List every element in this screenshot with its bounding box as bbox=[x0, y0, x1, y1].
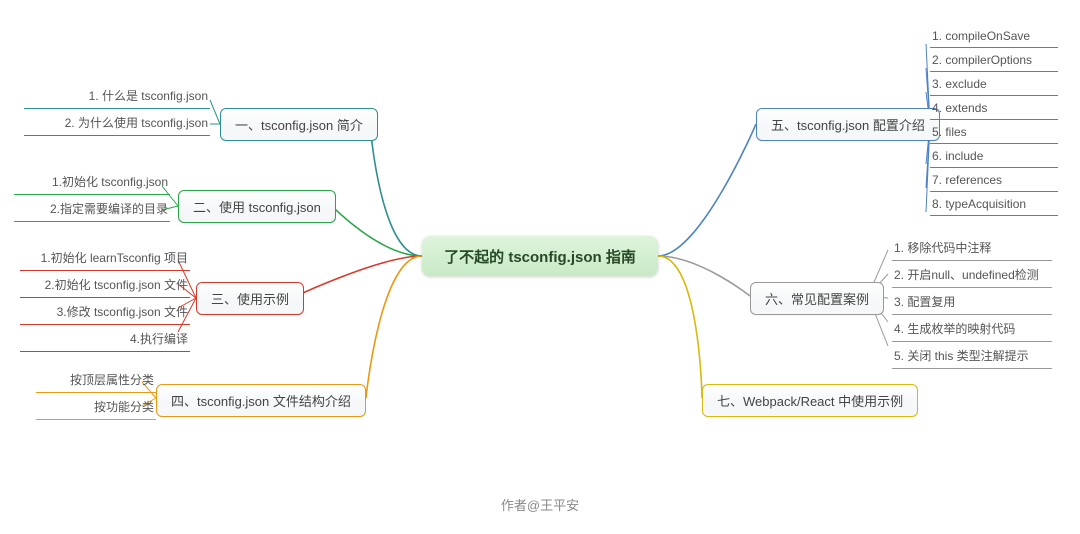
leaves-common-cases: 1. 移除代码中注释 2. 开启null、undefined检测 3. 配置复用… bbox=[892, 234, 1052, 369]
author-credit: 作者@王平安 bbox=[0, 495, 1080, 514]
node-intro: 一、tsconfig.json 简介 bbox=[220, 108, 378, 141]
leaf: 5. 关闭 this 类型注解提示 bbox=[892, 342, 1052, 369]
leaf: 4. 生成枚举的映射代码 bbox=[892, 315, 1052, 342]
node-common-cases: 六、常见配置案例 bbox=[750, 282, 884, 315]
node-config: 五、tsconfig.json 配置介绍 bbox=[756, 108, 940, 141]
leaf: 1.初始化 tsconfig.json bbox=[14, 168, 170, 195]
leaves-intro: 1. 什么是 tsconfig.json 2. 为什么使用 tsconfig.j… bbox=[24, 82, 210, 136]
leaf: 2.指定需要编译的目录 bbox=[14, 195, 170, 222]
leaf: 6. include bbox=[930, 144, 1058, 168]
leaf: 1.初始化 learnTsconfig 项目 bbox=[20, 244, 190, 271]
leaves-structure: 按顶层属性分类 按功能分类 bbox=[36, 366, 148, 420]
node-usage: 二、使用 tsconfig.json bbox=[178, 190, 336, 223]
leaf: 3.修改 tsconfig.json 文件 bbox=[20, 298, 190, 325]
leaf: 2. 为什么使用 tsconfig.json bbox=[24, 109, 210, 136]
leaf: 5. files bbox=[930, 120, 1058, 144]
leaf: 2.初始化 tsconfig.json 文件 bbox=[20, 271, 190, 298]
mindmap-root: 了不起的 tsconfig.json 指南 bbox=[422, 236, 658, 276]
leaves-example: 1.初始化 learnTsconfig 项目 2.初始化 tsconfig.js… bbox=[20, 244, 190, 352]
leaf: 2. 开启null、undefined检测 bbox=[892, 261, 1052, 288]
leaves-usage: 1.初始化 tsconfig.json 2.指定需要编译的目录 bbox=[14, 168, 170, 222]
leaf: 7. references bbox=[930, 168, 1058, 192]
leaf: 1. compileOnSave bbox=[930, 24, 1058, 48]
leaf: 4.执行编译 bbox=[20, 325, 190, 352]
leaf: 1. 移除代码中注释 bbox=[892, 234, 1052, 261]
node-structure: 四、tsconfig.json 文件结构介绍 bbox=[156, 384, 366, 417]
leaf: 1. 什么是 tsconfig.json bbox=[24, 82, 210, 109]
leaf: 3. exclude bbox=[930, 72, 1058, 96]
leaf: 2. compilerOptions bbox=[930, 48, 1058, 72]
leaves-config: 1. compileOnSave 2. compilerOptions 3. e… bbox=[930, 24, 1058, 216]
leaf: 8. typeAcquisition bbox=[930, 192, 1058, 216]
leaf: 按功能分类 bbox=[36, 393, 156, 420]
node-example: 三、使用示例 bbox=[196, 282, 304, 315]
node-webpack-react: 七、Webpack/React 中使用示例 bbox=[702, 384, 918, 417]
leaf: 4. extends bbox=[930, 96, 1058, 120]
leaf: 3. 配置复用 bbox=[892, 288, 1052, 315]
leaf: 按顶层属性分类 bbox=[36, 366, 156, 393]
